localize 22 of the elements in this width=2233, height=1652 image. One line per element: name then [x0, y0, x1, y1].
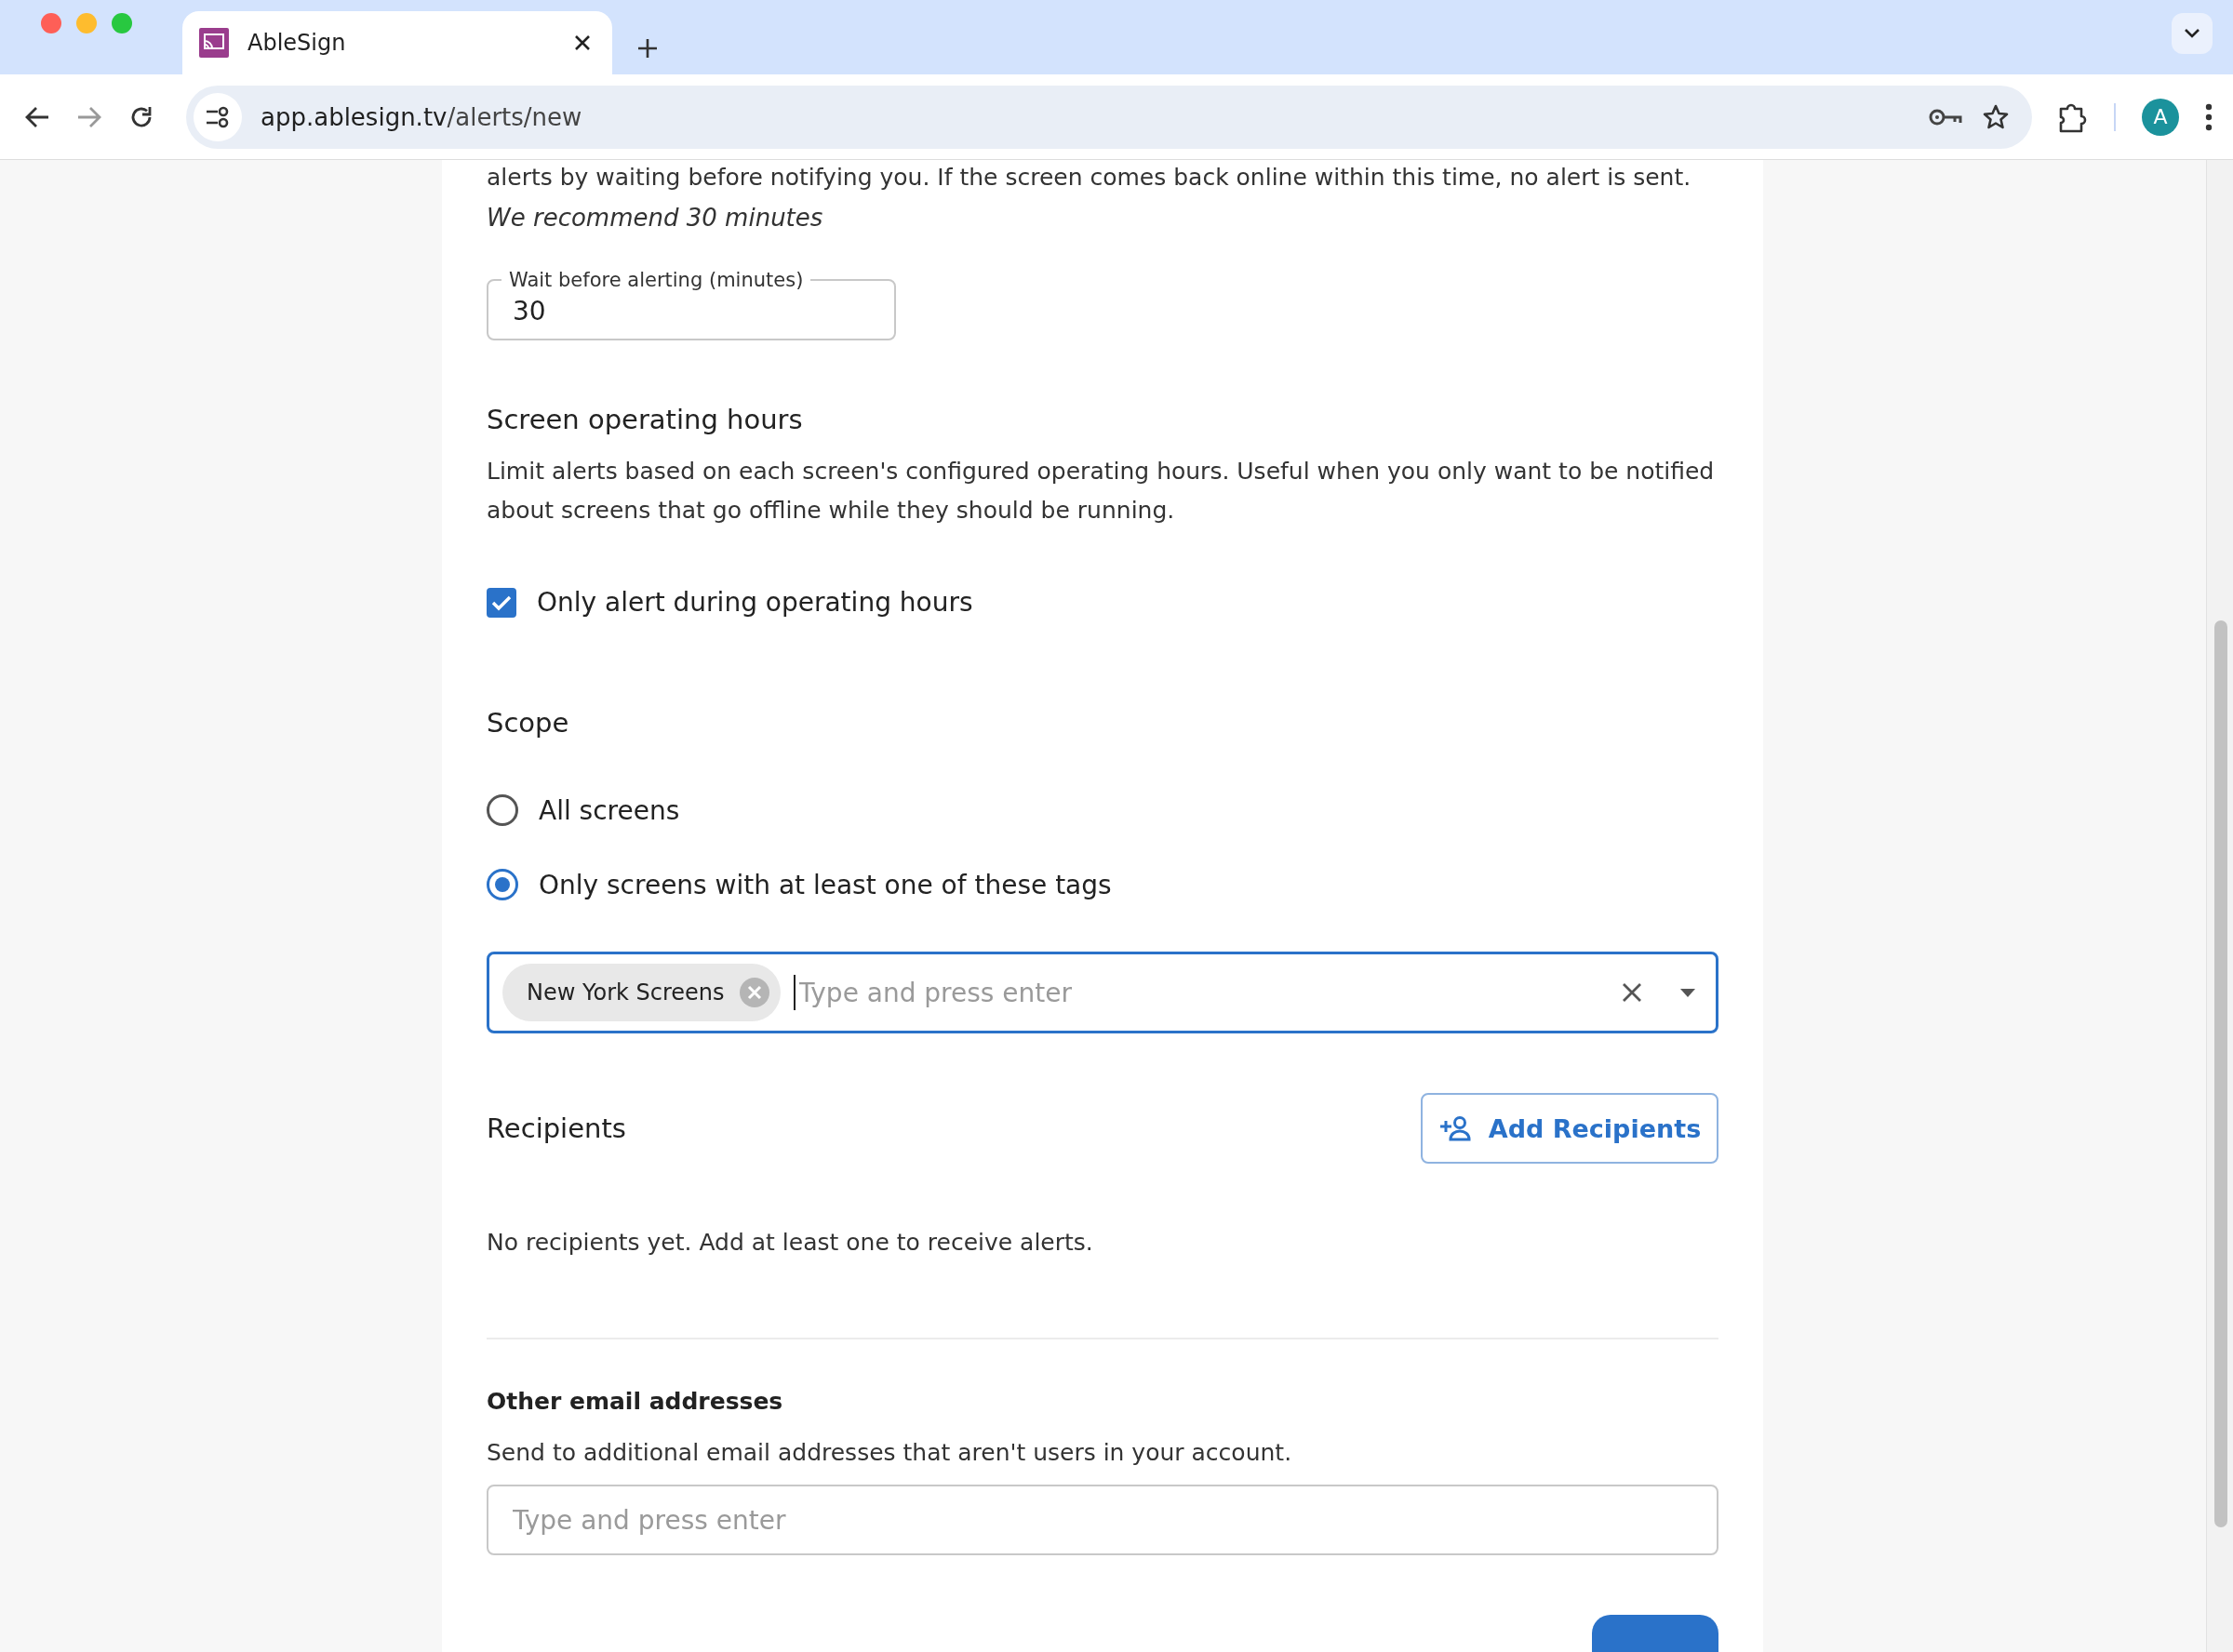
browser-tab[interactable]: AbleSign [182, 11, 612, 74]
tag-label: New York Screens [527, 979, 725, 1006]
radio-label[interactable]: Only screens with at least one of these tags [539, 869, 1112, 900]
section-heading: Scope [487, 707, 570, 739]
section-heading: Other email addresses [487, 1388, 784, 1415]
wait-minutes-field[interactable]: Wait before alerting (minutes) 30 [487, 269, 896, 341]
checkbox-label[interactable]: Only alert during operating hours [537, 587, 973, 619]
add-recipients-button[interactable]: Add Recipients [1421, 1093, 1718, 1165]
profile-avatar[interactable]: A [2142, 98, 2179, 136]
tag-text-input[interactable]: Type and press enter [793, 975, 1608, 1011]
address-bar[interactable]: app.ablesign.tv/alerts/new [186, 85, 2032, 149]
url-text: app.ablesign.tv/alerts/new [261, 102, 583, 131]
help-text: alerts by waiting before notifying you. If the screen comes back online within this time, no alert is sent. [487, 164, 1692, 191]
section-description: Limit alerts based on each screen's configured operating hours. Useful when you only want to be notified about screens that go offline while they should be running. [487, 457, 1716, 526]
section-heading: Recipients [487, 1112, 626, 1145]
tag-input-field[interactable]: New York Screens Type and press enter [487, 952, 1718, 1034]
radio-label[interactable]: All screens [539, 794, 680, 826]
email-input-field[interactable]: Type and press enter [487, 1485, 1718, 1555]
empty-state-text: No recipients yet. Add at least one to receive alerts. [487, 1229, 1094, 1257]
section-description: Send to additional email addresses that aren't users in your account. [487, 1439, 1293, 1466]
recommendation-text: We recommend 30 minutes [487, 204, 824, 232]
section-heading: Screen operating hours [487, 404, 804, 436]
